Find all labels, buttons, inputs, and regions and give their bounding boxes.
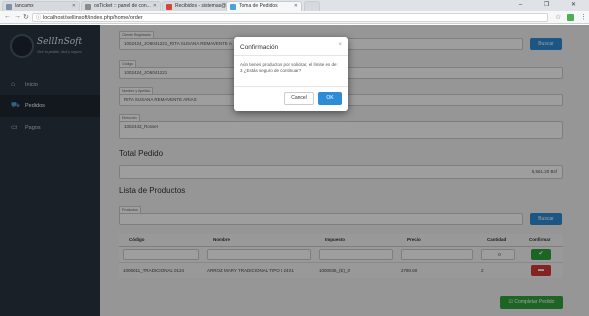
confirm-dialog: Confirmación × Aún tienes productos por … — [234, 37, 348, 111]
url-input[interactable]: ⓘ localhost/sellinsoft/index.php/home/or… — [32, 13, 548, 22]
browser-tab-bar: lancamx ✕ osTicket :: panel de con... ✕ … — [0, 0, 589, 11]
close-icon[interactable]: ✕ — [153, 3, 157, 9]
menu-dots-icon[interactable]: ⋮ — [580, 13, 587, 21]
reload-icon[interactable]: ↻ — [23, 13, 29, 21]
tab-label: osTicket :: panel de con... — [94, 3, 151, 9]
window-controls[interactable]: – ❐ ✕ — [519, 1, 586, 8]
divider — [234, 55, 348, 56]
new-tab-button[interactable] — [304, 1, 320, 11]
dialog-title: Confirmación — [240, 44, 279, 51]
tab-label: Recibidos - sistemas@... — [175, 3, 231, 9]
tab-label: Toma de Pedidos — [239, 3, 278, 9]
bookmark-star-icon[interactable]: ☆ — [555, 13, 561, 21]
tab-favicon-icon — [230, 4, 236, 10]
browser-tab-lancamx[interactable]: lancamx ✕ — [2, 1, 80, 11]
browser-tab-toma-pedidos[interactable]: Toma de Pedidos ✕ — [226, 1, 302, 11]
divider — [234, 86, 348, 87]
forward-arrow-icon[interactable]: → — [14, 13, 21, 20]
close-icon[interactable]: ✕ — [72, 3, 76, 9]
browser-tab-osticket[interactable]: osTicket :: panel de con... ✕ — [81, 1, 161, 11]
dialog-message: Aún tienes productos por solicitar, el l… — [240, 62, 338, 73]
cancel-button[interactable]: Cancel — [284, 92, 314, 105]
ok-button[interactable]: OK — [318, 92, 342, 105]
back-arrow-icon[interactable]: ← — [4, 13, 11, 20]
url-text: localhost/sellinsoft/index.php/home/orde… — [43, 15, 143, 21]
close-icon[interactable]: ✕ — [294, 3, 298, 9]
extension-icon[interactable] — [567, 14, 574, 21]
info-icon: ⓘ — [36, 15, 42, 21]
tab-favicon-icon — [85, 4, 91, 10]
modal-backdrop-sidebar[interactable] — [0, 25, 100, 316]
close-icon[interactable]: × — [338, 42, 342, 48]
tab-label: lancamx — [15, 3, 34, 9]
address-bar: ← → ↻ ⓘ localhost/sellinsoft/index.php/h… — [0, 11, 589, 24]
tab-favicon-icon — [6, 4, 12, 10]
gmail-icon — [166, 4, 172, 10]
